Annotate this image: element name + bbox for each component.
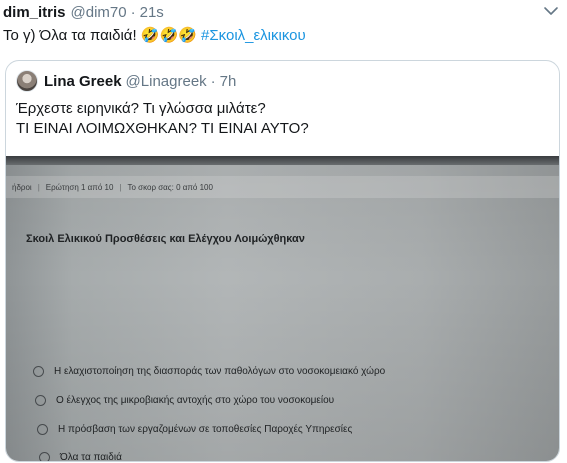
monitor-bezel <box>6 156 559 165</box>
tweet-body: Το γ) Όλα τα παιδιά! <box>3 27 137 44</box>
rofl-emoji: 🤣 <box>140 27 160 44</box>
quoted-author-name[interactable]: Lina Greek <box>44 73 122 90</box>
quoted-tweet-timestamp[interactable]: 7h <box>220 73 237 90</box>
quiz-option-label: Όλα τα παιδιά <box>60 451 122 462</box>
quiz-option: Η πρόσβαση των εργαζομένων σε τοποθεσίες… <box>37 421 352 437</box>
quiz-option: Ο έλεγχος της μικροβιακής αντοχής στο χώ… <box>35 392 334 408</box>
attached-photo[interactable]: ήδροι | Ερώτηση 1 από 10 | Το σκορ σας: … <box>6 156 559 461</box>
topbar-separator: | <box>119 182 122 192</box>
author-handle[interactable]: @dim70 <box>71 4 127 21</box>
topbar-separator: | <box>37 182 40 192</box>
tweet-header: dim_itris @dim70 · 21s <box>3 2 164 22</box>
question-counter: Ερώτηση 1 από 10 <box>45 182 114 192</box>
author-name[interactable]: dim_itris <box>3 4 66 21</box>
radio-icon <box>35 394 46 406</box>
quiz-option-label: Ο έλεγχος της μικροβιακής αντοχής στο χώ… <box>56 394 335 406</box>
quiz-option: Όλα τα παιδιά <box>39 449 122 462</box>
topbar-item: ήδροι <box>12 182 32 192</box>
radio-icon <box>37 423 48 435</box>
rofl-emoji: 🤣 <box>178 27 197 44</box>
tweet-text: Το γ) Όλα τα παιδιά! 🤣🤣🤣 #Σκοιλ_ελικικου <box>3 26 306 44</box>
quoted-tweet-text: Έρχεστε ειρηνικά? Τι γλώσσα μιλάτε? ΤΙ Ε… <box>16 99 309 139</box>
tweet-timestamp[interactable]: 21s <box>140 4 164 21</box>
chevron-down-icon[interactable] <box>543 4 559 18</box>
radio-icon <box>33 365 44 377</box>
quiz-question: Σκοιλ Ελικικού Προσθέσεις και Ελέγχου Λο… <box>26 233 305 245</box>
rofl-emoji: 🤣 <box>159 27 179 44</box>
quoted-text-line: ΤΙ ΕΙΝΑΙ ΛΟΙΜΩΧΘΗΚΑΝ? ΤΙ ΕΙΝΑΙ ΑΥΤΟ? <box>16 120 309 137</box>
hashtag-link[interactable]: #Σκοιλ_ελικικου <box>201 27 306 44</box>
quiz-option-label: Η πρόσβαση των εργαζομένων σε τοποθεσίες… <box>58 423 353 435</box>
quoted-tweet-header: Lina Greek @Linagreek · 7h <box>16 70 236 92</box>
radio-icon <box>39 451 50 461</box>
separator-dot: · <box>210 72 216 90</box>
separator-dot: · <box>130 3 136 21</box>
quoted-text-line: Έρχεστε ειρηνικά? Τι γλώσσα μιλάτε? <box>16 100 266 117</box>
quiz-option: Η ελαχιστοποίηση της διασποράς των παθολ… <box>33 363 385 379</box>
quoted-tweet[interactable]: Lina Greek @Linagreek · 7h Έρχεστε ειρην… <box>5 60 560 462</box>
tweet: dim_itris @dim70 · 21s Το γ) Όλα τα παιδ… <box>0 0 567 463</box>
quiz-option-label: Η ελαχιστοποίηση της διασποράς των παθολ… <box>54 365 386 377</box>
quoted-author-handle[interactable]: @Linagreek <box>126 73 207 90</box>
quiz-topbar: ήδροι | Ερώτηση 1 από 10 | Το σκορ σας: … <box>6 176 559 198</box>
score-label: Το σκορ σας: 0 από 100 <box>127 182 213 192</box>
avatar[interactable] <box>16 70 38 92</box>
photo-shade <box>6 156 559 461</box>
